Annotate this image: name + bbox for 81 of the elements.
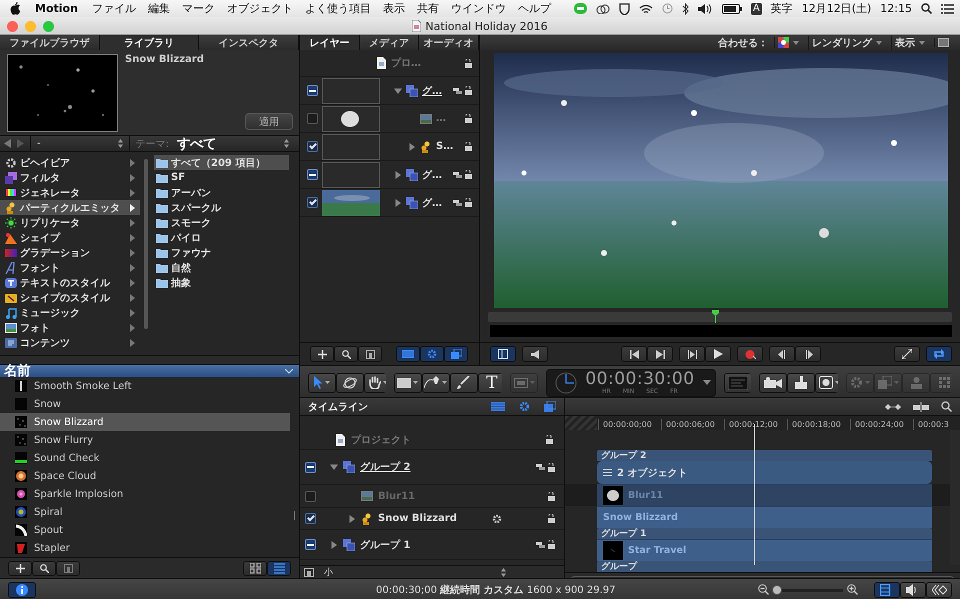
list-item[interactable]: Stapler — [0, 539, 290, 557]
menu-item[interactable]: よく使う項目 — [298, 1, 377, 16]
folder-item[interactable]: パイロ — [154, 230, 289, 245]
preview-title: Snow Blizzard — [125, 54, 205, 65]
layer-name[interactable]: グ… — [422, 196, 442, 210]
menu-item[interactable]: ファイル — [86, 1, 142, 16]
view-menu[interactable]: 表示 — [891, 36, 928, 50]
list-item[interactable]: Snow Flurry — [0, 431, 290, 449]
folder-item[interactable]: すべて（209 項目） — [154, 155, 289, 170]
menu-item[interactable]: 編集 — [142, 1, 176, 16]
folder-item[interactable]: スモーク — [154, 215, 289, 230]
panel-title: タイムライン — [308, 400, 368, 414]
tab[interactable]: オーディオ — [419, 35, 479, 50]
folder-item[interactable]: ファウナ — [154, 245, 289, 260]
list-item[interactable]: Sound Check — [0, 449, 290, 467]
menu-item[interactable]: ヘルプ — [512, 1, 557, 16]
category-item[interactable]: リプリケータ — [0, 215, 140, 230]
input-mode[interactable]: 英字 — [770, 1, 793, 16]
theme-label: テーマ: — [136, 138, 169, 150]
list-item[interactable]: Snow — [0, 395, 290, 413]
category-item[interactable]: シェイプのスタイル — [0, 290, 140, 305]
project-info: 00:00:30;00 継続時間 カスタム 1600 x 900 29.97 — [376, 584, 616, 596]
menu-item[interactable]: 表示 — [376, 1, 411, 16]
app-name[interactable]: Motion — [21, 2, 86, 15]
folder-item[interactable]: スパークル — [154, 200, 289, 215]
bar-label: Blur11 — [628, 490, 664, 501]
fit-label: 合わせる： — [718, 36, 768, 50]
timecode: 00:00:30:00 — [585, 370, 695, 388]
bar-label: Snow Blizzard — [603, 512, 678, 523]
layer-name[interactable]: グ… — [422, 168, 442, 182]
category-item[interactable]: フォト — [0, 320, 140, 335]
window-title: National Holiday 2016 — [425, 20, 548, 32]
input-mode-badge[interactable]: A — [750, 2, 762, 14]
folder-item[interactable]: 抽象 — [154, 275, 289, 290]
group-bar[interactable]: グループ 2 — [597, 450, 932, 461]
tab[interactable]: ライブラリ — [100, 35, 200, 50]
list-item[interactable]: Spout — [0, 521, 290, 539]
apply-button[interactable]: 適用 — [245, 113, 293, 130]
menu-item[interactable]: マーク — [176, 1, 221, 16]
collapsed-group-bar[interactable]: 2 オブジェクト — [597, 461, 932, 484]
path-popup[interactable]: - — [30, 136, 130, 152]
category-item[interactable]: コンテンツ — [0, 335, 140, 350]
category-item[interactable]: ビヘイビア — [0, 155, 140, 170]
folder-item[interactable]: アーバン — [154, 185, 289, 200]
folder-item[interactable]: SF — [154, 170, 289, 185]
category-item[interactable]: フォント — [0, 260, 140, 275]
menu-item[interactable]: オブジェクト — [220, 1, 299, 16]
category-item[interactable]: ミュージック — [0, 305, 140, 320]
list-item[interactable]: Spiral — [0, 503, 290, 521]
list-item[interactable]: Snow Blizzard — [0, 413, 290, 431]
text-tool[interactable]: T — [478, 372, 502, 392]
layer-name[interactable]: Snow Blizzard — [378, 513, 457, 524]
render-menu[interactable]: レンダリング — [808, 36, 885, 50]
category-item[interactable]: シェイプ — [0, 230, 140, 245]
theme-popup[interactable]: すべて — [175, 136, 295, 152]
list-item[interactable]: Space Cloud — [0, 467, 290, 485]
list-item[interactable]: Smooth Smoke Left — [0, 377, 290, 395]
category-item[interactable]: テキストのスタイル — [0, 275, 140, 290]
layer-name[interactable]: グループ 1 — [360, 538, 410, 552]
menu-date[interactable]: 12月12日(土) — [802, 1, 872, 16]
column-header[interactable]: 名前 — [0, 365, 299, 377]
bar-label: 2 オブジェクト — [617, 466, 688, 480]
tab[interactable]: ファイルブラウザ — [0, 35, 100, 50]
group-bar[interactable]: グループ 1 — [597, 528, 932, 539]
menu-clock[interactable]: 12:15 — [880, 2, 912, 15]
layer-name[interactable]: グ… — [422, 84, 442, 98]
layer-name[interactable]: グループ 2 — [360, 460, 410, 474]
group-bar[interactable]: グループ — [597, 561, 932, 572]
category-item[interactable]: フィルタ — [0, 170, 140, 185]
category-item[interactable]: グラデーション — [0, 245, 140, 260]
layer-name[interactable]: S… — [436, 141, 454, 152]
category-item[interactable]: パーティクルエミッタ — [0, 200, 140, 215]
tab[interactable]: レイヤー — [300, 35, 360, 50]
time-ruler[interactable]: 00:00:00;00 00:00:06;00 00:00:12;00 00:00:18;00 00:00:24;00 00:00:3 — [565, 416, 960, 430]
tab[interactable]: メディア — [360, 35, 420, 50]
folder-item[interactable]: 自然 — [154, 260, 289, 275]
menu-item[interactable]: ウインドウ — [444, 1, 512, 16]
list-item[interactable]: Sparkle Implosion — [0, 485, 290, 503]
bar-label: Star Travel — [628, 545, 686, 556]
tab[interactable]: インスペクタ — [199, 35, 299, 50]
menu-item[interactable]: 共有 — [410, 1, 445, 16]
